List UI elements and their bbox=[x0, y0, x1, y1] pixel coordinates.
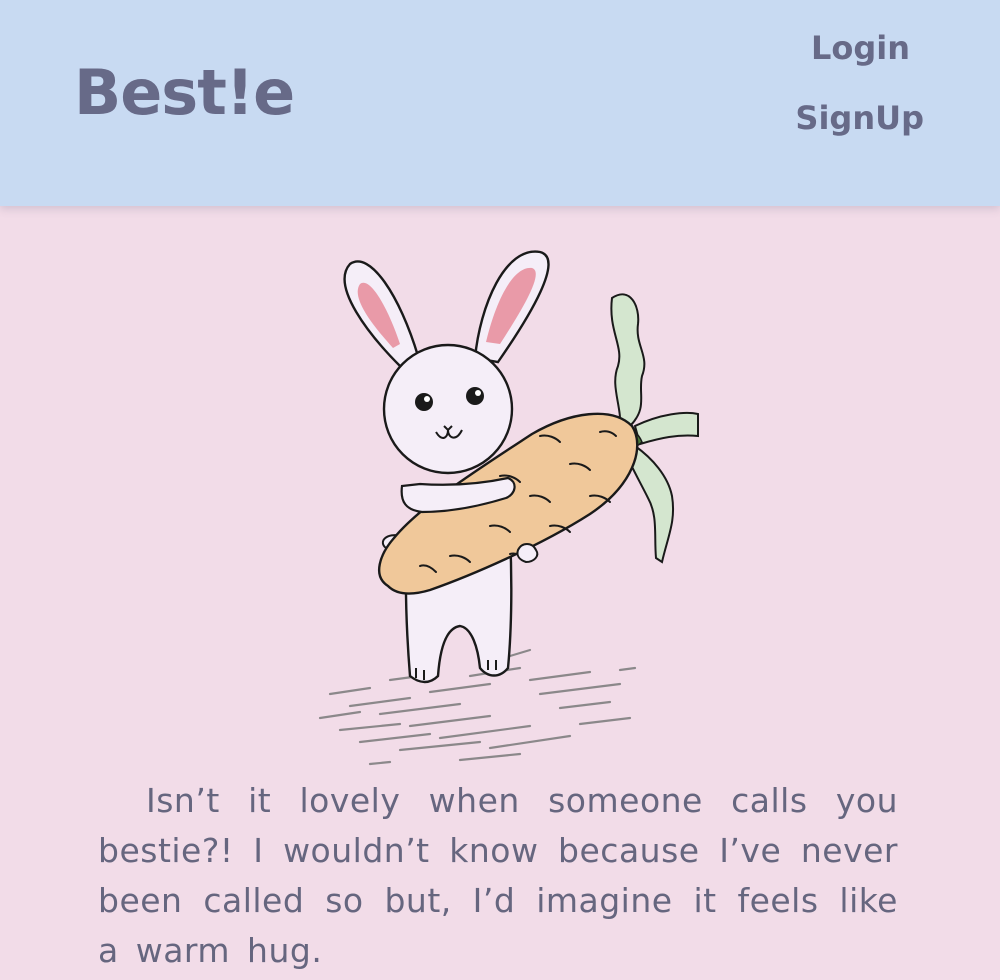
signup-link[interactable]: SignUp bbox=[795, 102, 924, 134]
login-link[interactable]: Login bbox=[811, 32, 910, 64]
bunny-holding-carrot-icon bbox=[318, 250, 699, 766]
site-header: Best!e Login SignUp bbox=[0, 0, 1000, 206]
ground-shadow-icon bbox=[318, 648, 637, 766]
intro-paragraph: Isn’t it lovely when someone calls you b… bbox=[98, 781, 898, 970]
hero-illustration bbox=[290, 236, 710, 776]
brand-logo[interactable]: Best!e bbox=[74, 62, 295, 124]
header-nav: Login SignUp bbox=[795, 32, 924, 134]
bunny-head-icon bbox=[382, 343, 514, 475]
